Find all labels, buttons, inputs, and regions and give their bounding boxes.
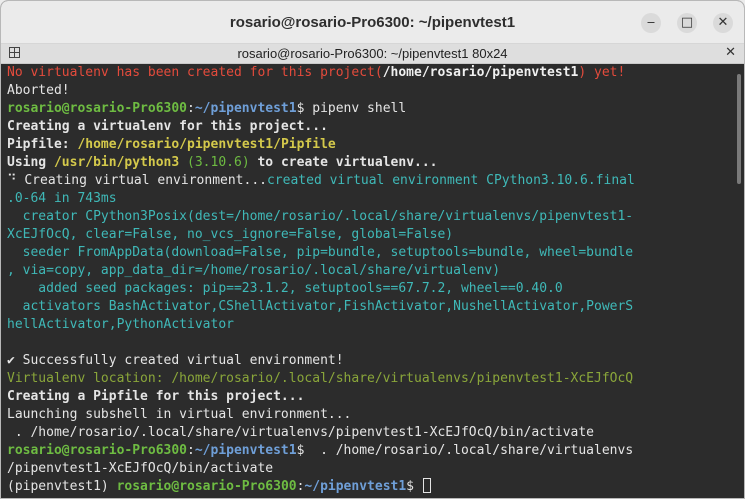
prompt-line: (pipenvtest1) rosario@rosario-Pro6300:~/… (7, 478, 431, 496)
title-bar[interactable]: rosario@rosario-Pro6300: ~/pipenvtest1 ‒… (1, 1, 744, 44)
output-line: Virtualenv location: /home/rosario/.loca… (7, 371, 634, 386)
output-line: ✔ Successfully created virtual environme… (7, 353, 344, 368)
output-line: Creating a virtualenv for this project..… (7, 119, 328, 134)
tab-bar: rosario@rosario-Pro6300: ~/pipenvtest1 8… (1, 44, 744, 64)
output-line: . /home/rosario/.local/share/virtualenvs… (7, 425, 594, 440)
output-line: Using /usr/bin/python3 (3.10.6) to creat… (7, 155, 438, 170)
output-line: XcEJfOcQ, clear=False, no_vcs_ignore=Fal… (7, 227, 454, 242)
output-line: Aborted! (7, 83, 70, 98)
prompt-line: rosario@rosario-Pro6300:~/pipenvtest1$ p… (7, 101, 407, 116)
output-line: creator CPython3Posix(dest=/home/rosario… (7, 209, 634, 224)
output-line: ⠙ Creating virtual environment...created… (7, 173, 635, 188)
prompt-line: rosario@rosario-Pro6300:~/pipenvtest1$ .… (7, 443, 634, 458)
scrollbar-thumb[interactable] (737, 74, 741, 184)
output-line: hellActivator,PythonActivator (7, 317, 234, 332)
scrollbar[interactable] (734, 64, 744, 498)
output-line: Launching subshell in virtual environmen… (7, 407, 352, 422)
output-line: .0-64 in 743ms (7, 191, 117, 206)
terminal-output[interactable]: No virtualenv has been created for this … (1, 64, 734, 498)
output-line: , via=copy, app_data_dir=/home/rosario/.… (7, 263, 501, 278)
output-line: seeder FromAppData(download=False, pip=b… (7, 245, 634, 260)
text-cursor (422, 478, 431, 493)
output-line: added seed packages: pip==23.1.2, setupt… (7, 281, 563, 296)
tab-close-icon[interactable]: ✕ (725, 45, 736, 60)
output-line: /pipenvtest1-XcEJfOcQ/bin/activate (7, 461, 274, 476)
close-icon[interactable]: ✕ (713, 13, 733, 33)
output-line: No virtualenv has been created for this … (7, 65, 626, 80)
minimize-icon[interactable]: ‒ (641, 13, 661, 33)
maximize-icon[interactable]: □ (677, 13, 697, 33)
output-line: Creating a Pipfile for this project... (7, 389, 305, 404)
window-title: rosario@rosario-Pro6300: ~/pipenvtest1 (229, 14, 516, 31)
terminal-window: rosario@rosario-Pro6300: ~/pipenvtest1 ‒… (0, 0, 745, 499)
output-line: Pipfile: /home/rosario/pipenvtest1/Pipfi… (7, 137, 336, 152)
tab-title[interactable]: rosario@rosario-Pro6300: ~/pipenvtest1 8… (1, 46, 744, 61)
output-line: activators BashActivator,CShellActivator… (7, 299, 634, 314)
